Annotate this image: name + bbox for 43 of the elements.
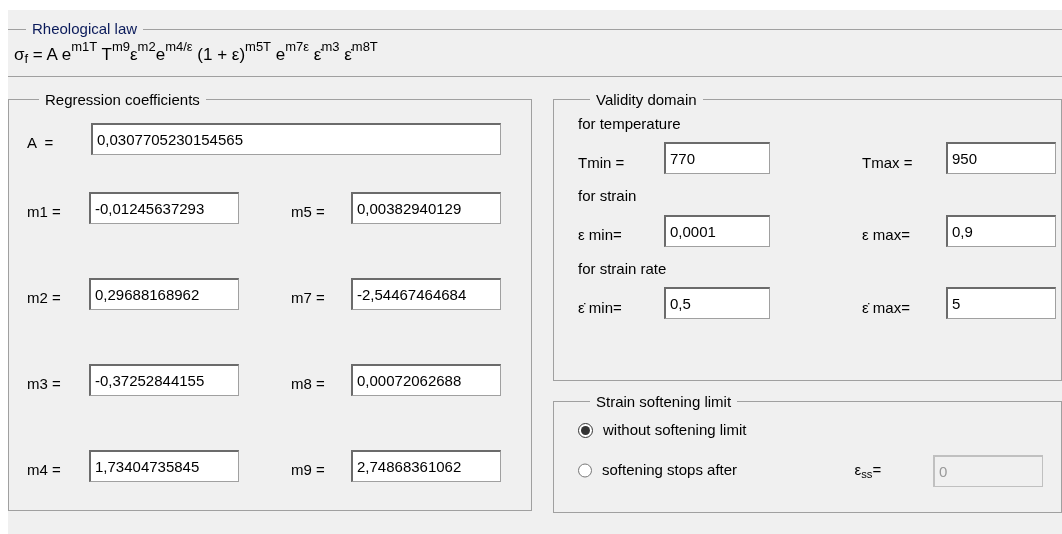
section-heading: for temperature bbox=[578, 113, 682, 134]
input-field[interactable]: 2,74868361062 bbox=[351, 449, 501, 482]
field-label: m2 = bbox=[27, 288, 62, 309]
field-label: m3 = bbox=[27, 374, 62, 395]
field-label: m8 = bbox=[291, 374, 326, 395]
field-label: Tmax = bbox=[862, 152, 914, 173]
group-title: Strain softening limit bbox=[595, 392, 733, 411]
section-heading: for strain bbox=[578, 186, 638, 206]
field-label: ε̇ min= bbox=[578, 297, 623, 318]
input-field[interactable]: -2,54467464684 bbox=[351, 277, 501, 310]
input-field[interactable]: 770 bbox=[664, 142, 770, 174]
input-field[interactable]: 0,0001 bbox=[664, 214, 770, 247]
group-title: Validity domain bbox=[595, 90, 698, 109]
field-label: ε̇ max= bbox=[862, 297, 911, 318]
input-field[interactable]: 0,00382940129 bbox=[351, 191, 501, 224]
input-field[interactable]: 0,0307705230154565 bbox=[91, 122, 501, 155]
field-label: ε$_{ss}$= bbox=[854, 460, 883, 482]
field-label: A = bbox=[27, 133, 55, 154]
input-field[interactable]: 0,00072062688 bbox=[351, 363, 501, 396]
field-label: Tmin = bbox=[578, 152, 626, 173]
field-label: m7 = bbox=[291, 288, 326, 309]
input-field[interactable]: -0,37252844155 bbox=[89, 363, 239, 396]
radio-label[interactable]: softening stops after bbox=[602, 459, 855, 482]
field-label: m1 = bbox=[27, 202, 62, 223]
radio-label[interactable]: without softening limit bbox=[603, 419, 873, 442]
field-label: m5 = bbox=[291, 202, 326, 223]
input-field[interactable]: 0,29688168962 bbox=[89, 277, 239, 310]
group-title: Regression coefficients bbox=[44, 90, 201, 109]
section-heading: for strain rate bbox=[578, 258, 668, 279]
input-field[interactable]: 1,73404735845 bbox=[89, 449, 239, 482]
field-label: m4 = bbox=[27, 460, 62, 481]
formula: σ$_{f}$ = A e$^{m1T}$ T$^{m9}$ε$^{m2}$e$^{m4/ε}$ (1 + ε)$^{m5T}$ e$^{m7ε}$ ε̇$^{m3}$ ε̇$^{m8T}$ bbox=[14, 42, 379, 68]
radio-button[interactable] bbox=[578, 423, 593, 438]
field-label: ε max= bbox=[862, 225, 911, 246]
radio-button[interactable] bbox=[578, 463, 593, 478]
group-title: Rheological law bbox=[31, 20, 139, 38]
input-field[interactable]: 950 bbox=[946, 142, 1056, 174]
field-label: ε min= bbox=[578, 225, 623, 246]
input-field[interactable]: 0,9 bbox=[946, 214, 1056, 247]
input-field[interactable]: -0,01245637293 bbox=[89, 191, 239, 224]
input-field[interactable]: 0,5 bbox=[664, 287, 770, 319]
input-field[interactable]: 5 bbox=[946, 287, 1056, 319]
field-label: m9 = bbox=[291, 460, 326, 481]
